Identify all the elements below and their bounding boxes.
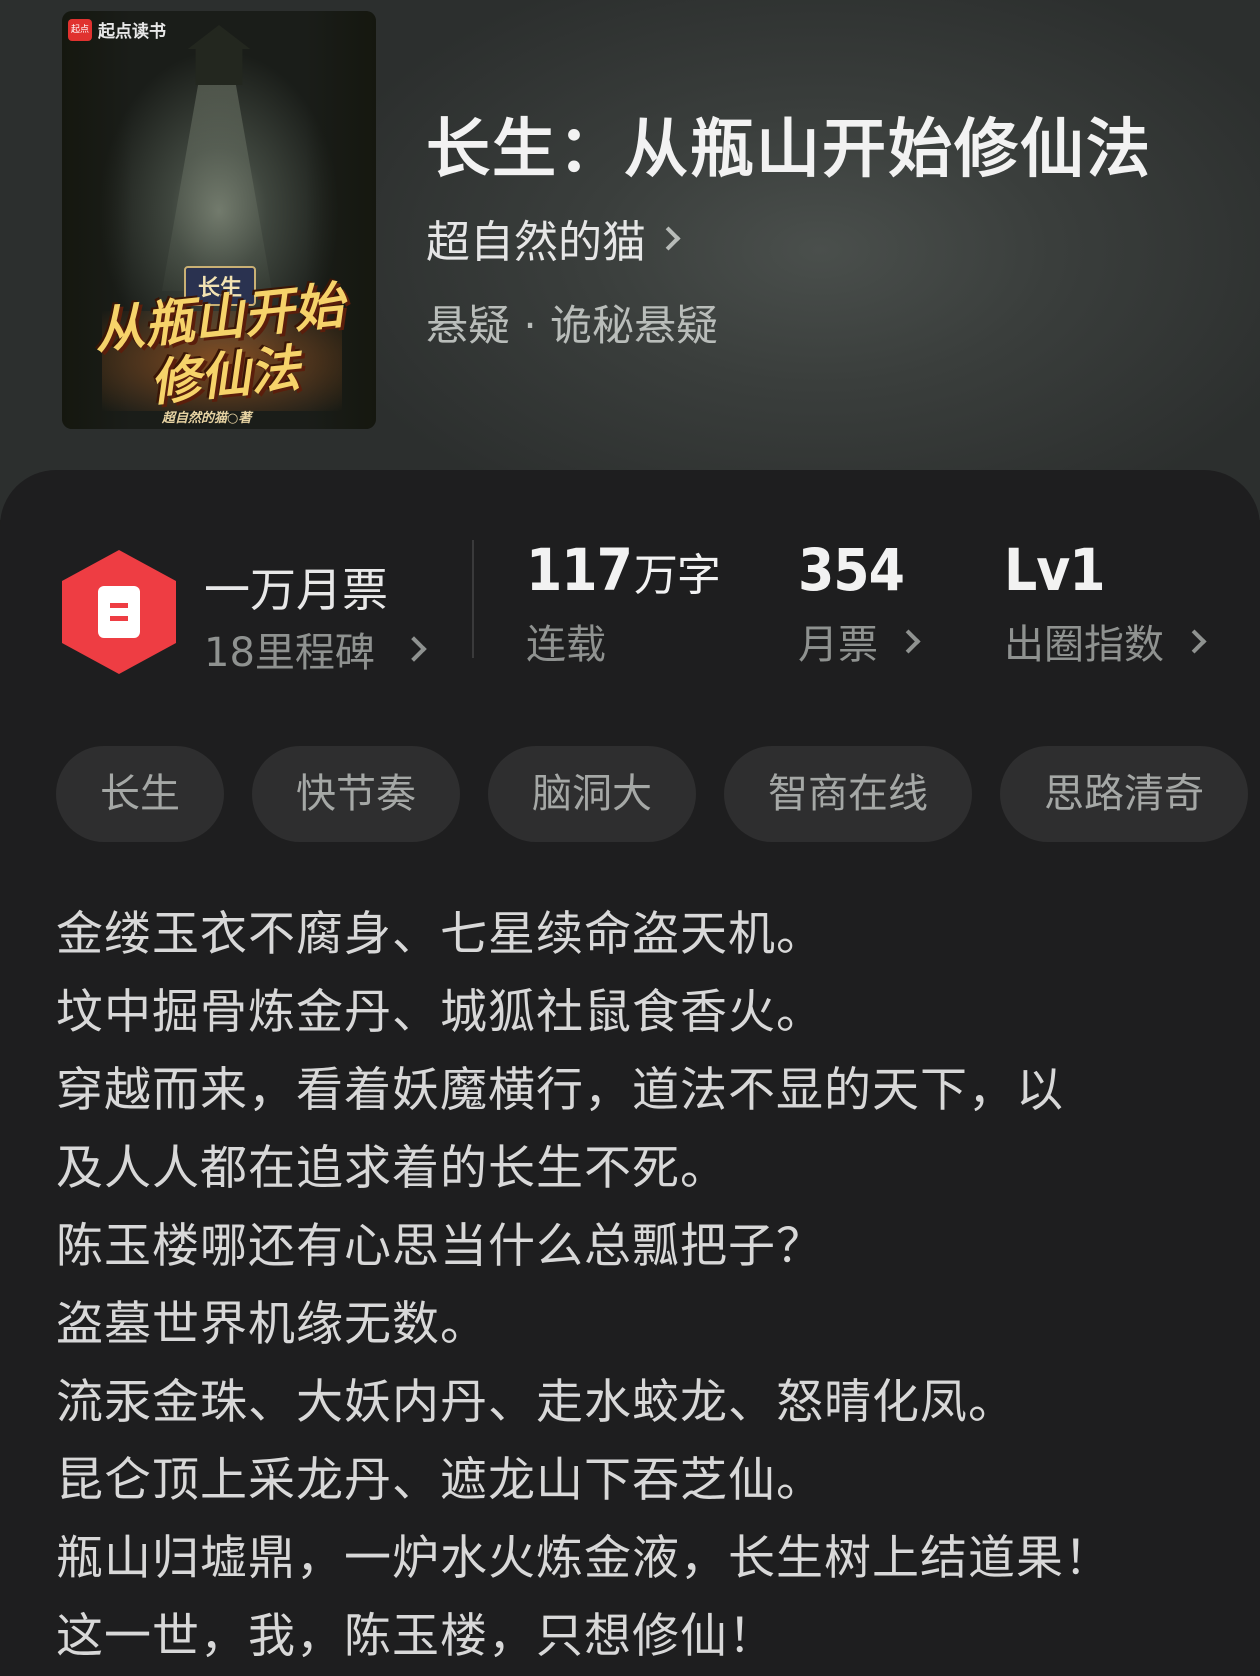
- tag-chip[interactable]: 脑洞大: [488, 746, 696, 842]
- monthly-votes-stat[interactable]: 354 月票: [798, 536, 921, 670]
- cover-light-beam: [162, 71, 272, 291]
- book-header: 起点 起点读书 长生 从瓶山开始 修仙法 超自然的猫○著 长生：从瓶山开始修仙法…: [0, 0, 1260, 520]
- monthly-votes-label: 月票: [798, 612, 921, 670]
- author-link[interactable]: 超自然的猫: [426, 206, 681, 270]
- chevron-right-icon: [896, 628, 921, 654]
- chevron-right-icon: [1182, 628, 1207, 654]
- popularity-index-stat[interactable]: Lv1 出圈指数: [1004, 536, 1207, 670]
- monthly-ticket-icon[interactable]: [62, 550, 176, 674]
- cover-temple-silhouette: [187, 25, 251, 85]
- word-count-stat: 117万字 连载: [526, 536, 721, 670]
- cover-author: 超自然的猫○著: [162, 411, 252, 426]
- chevron-right-icon: [656, 225, 681, 251]
- synopsis-line: 陈玉楼哪还有心思当什么总瓢把子？: [56, 1219, 824, 1274]
- brand-logo-icon: 起点: [68, 18, 92, 41]
- popularity-index-value: Lv1: [1004, 536, 1106, 604]
- cover-brand: 起点 起点读书: [68, 17, 166, 42]
- synopsis-line: 瓶山归墟鼎，一炉水火炼金液，长生树上结道果！: [56, 1531, 1112, 1586]
- book-detail-page: 起点 起点读书 长生 从瓶山开始 修仙法 超自然的猫○著 长生：从瓶山开始修仙法…: [0, 0, 1260, 1676]
- tag-chip[interactable]: 快节奏: [252, 746, 460, 842]
- stats-divider: [472, 540, 474, 658]
- ticket-milestone-sub: 18里程碑: [204, 630, 375, 676]
- popularity-index-text: 出圈指数: [1004, 622, 1164, 668]
- tag-chip[interactable]: 长生: [56, 746, 224, 842]
- monthly-votes-value: 354: [798, 536, 905, 604]
- synopsis-line: 昆仑顶上采龙丹、遮龙山下吞芝仙。: [56, 1453, 824, 1508]
- synopsis-line: 穿越而来，看着妖魔横行，道法不显的天下，以: [56, 1063, 1064, 1118]
- synopsis-line: 这一世，我，陈玉楼，只想修仙！: [56, 1609, 776, 1664]
- synopsis-line: 金缕玉衣不腐身、七星续命盗天机。: [56, 907, 824, 962]
- synopsis-line: 坟中掘骨炼金丹、城狐社鼠食香火。: [56, 985, 824, 1040]
- word-count-unit: 万字: [633, 550, 721, 601]
- tag-list: 长生 快节奏 脑洞大 智商在线 思路清奇: [56, 746, 1248, 842]
- ticket-glyph: [98, 586, 140, 638]
- ticket-milestone-link[interactable]: 18里程碑: [204, 620, 427, 678]
- brand-text: 起点读书: [98, 22, 166, 42]
- book-title: 长生：从瓶山开始修仙法: [426, 112, 1152, 187]
- synopsis-line: 流汞金珠、大妖内丹、走水蛟龙、怒晴化凤。: [56, 1375, 1016, 1430]
- book-synopsis[interactable]: 金缕玉衣不腐身、七星续命盗天机。 坟中掘骨炼金丹、城狐社鼠食香火。 穿越而来，看…: [56, 896, 1216, 1676]
- stats-row: 一万月票 18里程碑 117万字 连载 354 月票 Lv1 出圈指数: [0, 470, 1260, 710]
- serial-status: 连载: [526, 622, 606, 668]
- word-count-label: 连载: [526, 612, 720, 670]
- popularity-index-label: 出圈指数: [1004, 612, 1207, 670]
- author-name: 超自然的猫: [426, 217, 646, 268]
- tag-chip[interactable]: 智商在线: [724, 746, 972, 842]
- monthly-votes-text: 月票: [798, 622, 878, 668]
- detail-sheet: 一万月票 18里程碑 117万字 连载 354 月票 Lv1 出圈指数 长生 快…: [0, 470, 1260, 1676]
- synopsis-line: 及人人都在追求着的长生不死。: [56, 1141, 728, 1196]
- book-genre: 悬疑 · 诡秘悬疑: [426, 301, 719, 350]
- synopsis-line: 盗墓世界机缘无数。: [56, 1297, 488, 1352]
- tag-chip[interactable]: 思路清奇: [1000, 746, 1248, 842]
- word-count-value: 117万字: [526, 536, 721, 604]
- chevron-right-icon: [401, 636, 427, 662]
- ticket-milestone-label[interactable]: 一万月票: [204, 554, 388, 620]
- book-cover[interactable]: 起点 起点读书 长生 从瓶山开始 修仙法 超自然的猫○著: [62, 11, 376, 429]
- word-count-number: 117: [526, 536, 633, 604]
